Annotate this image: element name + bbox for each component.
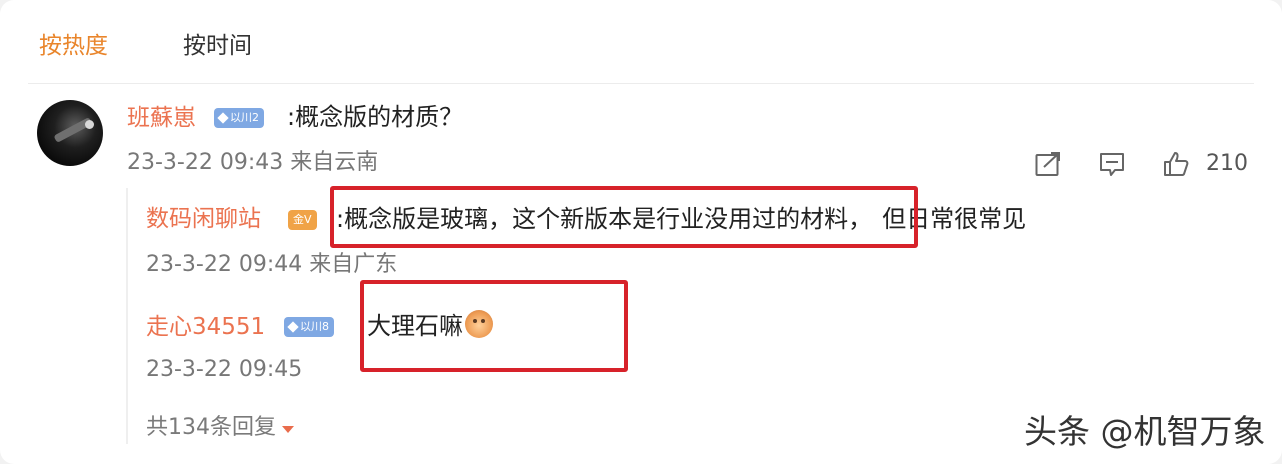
watermark: 头条 @机智万象 [1024, 412, 1266, 451]
diamond-icon [287, 321, 299, 333]
comment-text: :概念版的材质？ [287, 103, 464, 131]
badge-label: 金V [293, 213, 312, 226]
thumbs-up-icon[interactable] [1162, 150, 1190, 178]
reply-badge[interactable]: 以川8 [284, 317, 334, 337]
reply-meta: 23-3-22 09:44 来自广东 [146, 252, 398, 277]
tab-sort-hot[interactable]: 按热度 [37, 28, 110, 64]
like-count: 210 [1206, 151, 1248, 176]
more-replies-link[interactable]: 共134条回复 [146, 412, 294, 444]
comment-username[interactable]: 班蘇崽 [127, 102, 196, 134]
badge-label: 以川2 [230, 111, 259, 124]
comment-icon[interactable] [1098, 150, 1126, 178]
reply-badge[interactable]: 金V [288, 210, 317, 230]
reply-username[interactable]: 走心34551 [146, 311, 265, 343]
share-icon[interactable] [1034, 150, 1062, 178]
more-replies-label: 共134条回复 [146, 415, 276, 440]
tab-sort-time[interactable]: 按时间 [181, 28, 254, 64]
reply-thread-line [126, 188, 128, 444]
diamond-icon [217, 112, 229, 124]
avatar-highlight [85, 120, 94, 129]
comment-card: 按热度 按时间 班蘇崽 以川2 :概念版的材质？ 23-3-22 09:43 来… [0, 0, 1282, 464]
highlight-box [330, 186, 918, 248]
user-badge[interactable]: 以川2 [214, 108, 264, 128]
comment-meta: 23-3-22 09:43 来自云南 [127, 150, 379, 175]
caret-down-icon [282, 426, 294, 433]
reply-meta: 23-3-22 09:45 [146, 357, 303, 382]
avatar[interactable] [37, 100, 103, 166]
divider [28, 83, 1254, 84]
reply-username[interactable]: 数码闲聊站 [146, 203, 261, 235]
highlight-box [360, 280, 628, 372]
badge-label: 以川8 [300, 320, 329, 333]
